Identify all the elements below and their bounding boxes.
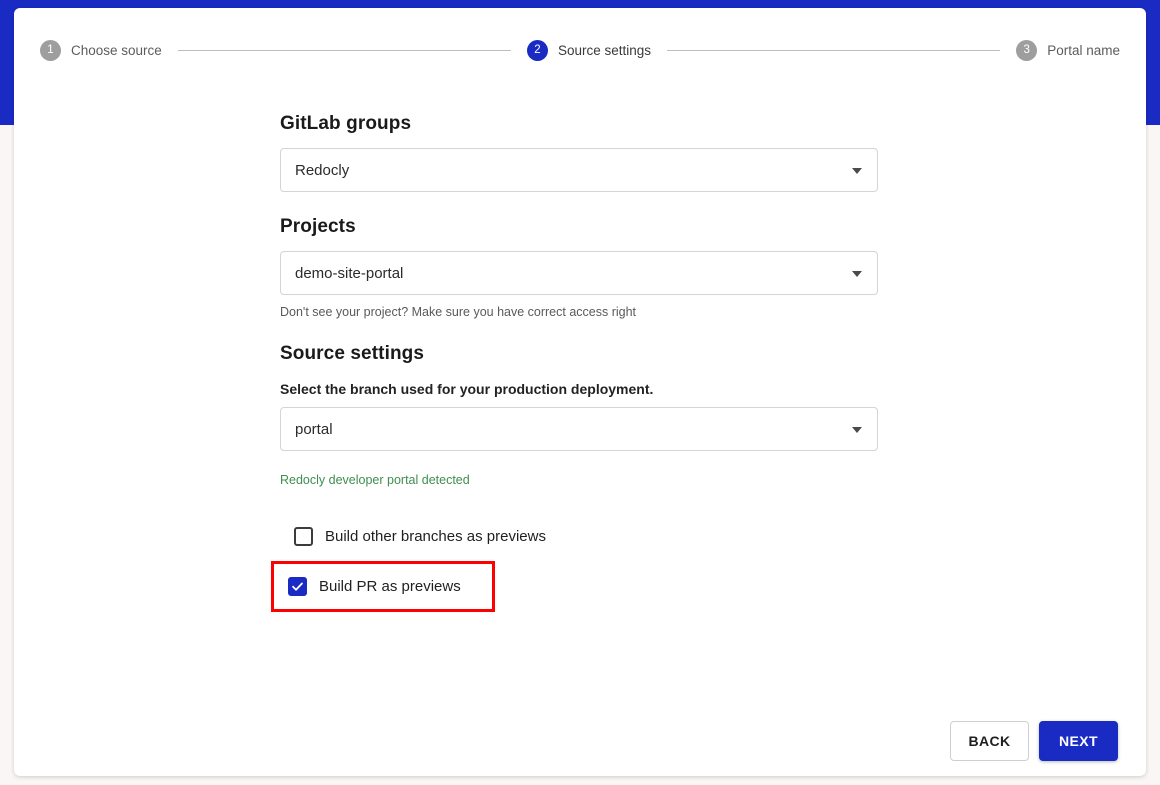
form-area: GitLab groups Redocly Projects demo-site… <box>14 92 1146 776</box>
branch-field-label: Select the branch used for your producti… <box>280 381 654 397</box>
preview-options-group: Build other branches as previews Build P… <box>271 521 880 612</box>
step-number-badge-1: 1 <box>40 39 61 61</box>
next-button[interactable]: NEXT <box>1039 721 1118 761</box>
checkbox-label-build-other-branches: Build other branches as previews <box>325 528 546 545</box>
source-settings-title: Source settings <box>280 343 425 364</box>
gitlab-groups-title: GitLab groups <box>280 113 412 134</box>
chevron-down-icon <box>852 168 862 174</box>
form-content: GitLab groups Redocly Projects demo-site… <box>271 92 880 621</box>
projects-value: demo-site-portal <box>295 264 404 282</box>
wizard-card: 1 Choose source 2 Source settings 3 Port… <box>14 8 1146 776</box>
branch-select[interactable]: portal <box>280 407 878 451</box>
step-label-2: Source settings <box>557 42 652 58</box>
projects-select[interactable]: demo-site-portal <box>280 251 878 295</box>
projects-title: Projects <box>280 216 356 237</box>
checkbox-label-build-pr-previews: Build PR as previews <box>319 578 461 595</box>
wizard-footer: BACK NEXT <box>950 721 1118 761</box>
back-button[interactable]: BACK <box>950 721 1029 761</box>
step-number-badge-2: 2 <box>526 39 548 61</box>
portal-detected-message: Redocly developer portal detected <box>280 473 470 487</box>
stepper-connector-1 <box>177 49 511 51</box>
checkbox-checked-icon[interactable] <box>288 577 307 596</box>
checkbox-unchecked-icon[interactable] <box>294 527 313 546</box>
projects-hint: Don't see your project? Make sure you ha… <box>280 305 637 319</box>
chevron-down-icon <box>852 271 862 277</box>
wizard-stepper: 1 Choose source 2 Source settings 3 Port… <box>14 8 1146 92</box>
step-label-1: Choose source <box>71 42 162 58</box>
gitlab-groups-select[interactable]: Redocly <box>280 148 878 192</box>
step-label-3: Portal name <box>1047 42 1121 58</box>
stepper-step-portal-name[interactable]: 3 Portal name <box>1016 39 1121 61</box>
gitlab-groups-value: Redocly <box>295 161 350 179</box>
step-number-badge-3: 3 <box>1016 39 1038 61</box>
chevron-down-icon <box>852 427 862 433</box>
checkbox-row-build-pr-previews[interactable]: Build PR as previews <box>271 561 495 612</box>
branch-value: portal <box>295 420 333 438</box>
checkbox-row-build-other-branches[interactable]: Build other branches as previews <box>280 521 546 552</box>
stepper-connector-2 <box>667 49 1001 51</box>
stepper-step-source-settings[interactable]: 2 Source settings <box>526 39 652 61</box>
stepper-step-choose-source[interactable]: 1 Choose source <box>40 39 162 61</box>
